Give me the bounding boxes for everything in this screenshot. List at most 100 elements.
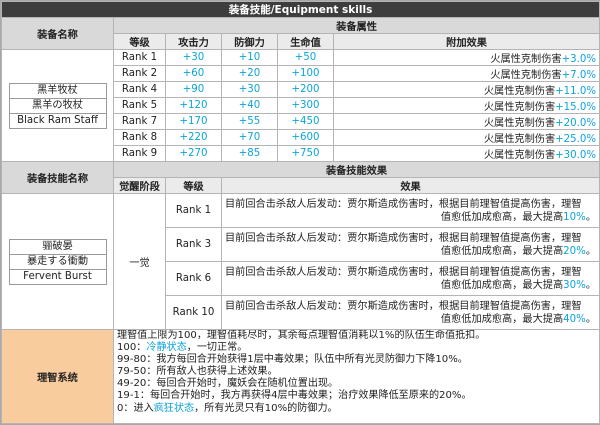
- skill-effect-cell: 目前回合击杀敌人后发动：贾尔斯造成伤害时，根据目前理智值提高伤害，理智 值愈低加成…: [220, 261, 600, 296]
- skill-name-cell: 骊破晏 暴走する衝動 Fervent Burst: [1, 193, 114, 330]
- hp-cell: +50: [277, 49, 334, 66]
- def-cell: +30: [221, 81, 278, 98]
- hp-cell: +600: [277, 129, 334, 146]
- def-cell: +10: [221, 49, 278, 66]
- sanity-text: 100：: [117, 342, 147, 354]
- sanity-text: 79-50：所有敌人也获得上述效果。: [117, 366, 278, 378]
- sanity-line: 99-80：我方每回合开始获得1层中毒效果；队伍中所有光灵防御力下降10%。: [117, 354, 596, 366]
- skill-rank-cell: Rank 10: [165, 295, 222, 330]
- effect-text: 火属性克制伤害: [490, 70, 562, 81]
- rank-cell: Rank 1: [113, 49, 166, 66]
- effect-cell: 火属性克制伤害+11.0%: [332, 81, 600, 98]
- skill-effect-end: 。: [585, 279, 597, 291]
- atk-cell: +220: [165, 129, 222, 146]
- col-stage: 觉醒阶段: [113, 177, 166, 194]
- col-skill-effect: 效果: [220, 177, 600, 194]
- hp-cell: +450: [277, 113, 334, 130]
- effect-value: +25.0%: [555, 134, 597, 145]
- equipment-skills-panel: 装备技能/Equipment skills 装备名称 装备属性 等级 攻击力 防…: [0, 0, 600, 425]
- effect-value: +20.0%: [555, 118, 597, 129]
- effect-value: +15.0%: [555, 102, 597, 113]
- effect-cell: 火属性克制伤害+25.0%: [332, 129, 600, 146]
- sanity-highlight: 冷静状态: [146, 342, 187, 354]
- rank-cell: Rank 7: [113, 113, 166, 130]
- skill-table: 装备技能名称 装备技能效果 觉醒阶段 等级 效果 骊破晏 暴走する衝動 Ferv…: [1, 161, 600, 330]
- skill-effect-cell: 目前回合击杀敌人后发动：贾尔斯造成伤害时，根据目前理智值提高伤害，理智 值愈低加成…: [220, 295, 600, 330]
- effect-value: +3.0%: [561, 54, 597, 65]
- skill-name-en: Fervent Burst: [8, 268, 107, 285]
- atk-cell: +120: [165, 97, 222, 114]
- equipment-table: 装备技能/Equipment skills 装备名称 装备属性 等级 攻击力 防…: [0, 1, 600, 162]
- def-cell: +70: [221, 129, 278, 146]
- atk-cell: +170: [165, 113, 222, 130]
- page-title: 装备技能/Equipment skills: [0, 1, 600, 18]
- skill-effect-line1: 目前回合击杀敌人后发动：贾尔斯造成伤害时，根据目前理智值提高伤害，理智: [225, 266, 582, 278]
- skill-effect-end: 。: [585, 211, 597, 223]
- sanity-text: ，所有光灵只有10%的防御力。: [194, 402, 338, 414]
- effect-text: 火属性克制伤害: [490, 54, 562, 65]
- skill-effect-value: 20%: [563, 245, 586, 257]
- skill-name-jp: 暴走する衝動: [8, 253, 107, 270]
- effect-text: 火属性克制伤害: [483, 118, 556, 129]
- sanity-line: 49-20：每回合开始时，魔妖会在随机位置出现。: [117, 378, 596, 390]
- hp-cell: +300: [277, 97, 334, 114]
- skill-rank-cell: Rank 3: [165, 227, 222, 262]
- hp-cell: +100: [277, 65, 334, 82]
- sanity-line: 79-50：所有敌人也获得上述效果。: [117, 366, 596, 378]
- equip-attr-header: 装备属性: [112, 17, 600, 34]
- equip-name-cn: 黑羊牧杖: [8, 82, 107, 99]
- def-cell: +20: [221, 65, 278, 82]
- effect-text: 火属性克制伤害: [483, 86, 556, 97]
- equip-name-jp: 黒羊の牧杖: [8, 97, 107, 114]
- skill-effect-line2: 值愈低加成愈高，最大提高: [440, 279, 564, 291]
- effect-cell: 火属性克制伤害+3.0%: [332, 49, 600, 66]
- skill-name-header: 装备技能名称: [1, 161, 114, 194]
- col-skill-rank: 等级: [165, 177, 222, 194]
- equip-row: 黑羊牧杖 黒羊の牧杖 Black Ram Staff Rank 1 +30 +1…: [1, 49, 600, 162]
- awaken-stage: 一觉: [113, 193, 166, 330]
- effect-cell: 火属性克制伤害+7.0%: [332, 65, 600, 82]
- sanity-text: 99-80：我方每回合开始获得1层中毒效果；队伍中所有光灵防御力下降10%。: [117, 354, 468, 366]
- sanity-line: 19-1：每回合开始时，我方再获得4层中毒效果；治疗效果降低至原来的20%。: [117, 390, 596, 402]
- effect-cell: 火属性克制伤害+15.0%: [332, 97, 600, 114]
- atk-cell: +60: [165, 65, 222, 82]
- rank-cell: Rank 2: [113, 65, 166, 82]
- skill-effect-value: 10%: [563, 211, 586, 223]
- sanity-line: 理智值上限为100，理智值耗尽时，其余每点理智值消耗以1%的队伍生命值抵扣。: [117, 330, 596, 343]
- sanity-table: 理智系统 理智值上限为100，理智值耗尽时，其余每点理智值消耗以1%的队伍生命值…: [1, 329, 600, 424]
- col-atk: 攻击力: [165, 33, 222, 50]
- skill-effect-line2: 值愈低加成愈高，最大提高: [440, 245, 564, 257]
- skill-rank-cell: Rank 6: [165, 261, 222, 296]
- rank-cell: Rank 9: [113, 145, 166, 162]
- effect-text: 火属性克制伤害: [483, 150, 556, 161]
- skill-row: 骊破晏 暴走する衝動 Fervent Burst 一觉 Rank 1 目前回合击…: [1, 193, 600, 330]
- effect-text: 火属性克制伤害: [483, 102, 556, 113]
- effect-value: +11.0%: [555, 86, 597, 97]
- sanity-text: 理智值上限为100，理智值耗尽时，其余每点理智值消耗以1%的队伍生命值抵扣。: [117, 330, 486, 342]
- skill-effect-line2: 值愈低加成愈高，最大提高: [440, 313, 564, 325]
- sanity-line: 100：冷静状态，一切正常。: [117, 342, 596, 354]
- def-cell: +55: [221, 113, 278, 130]
- rank-cell: Rank 5: [113, 97, 166, 114]
- sanity-text: 0：进入: [117, 402, 154, 414]
- sanity-body: 理智值上限为100，理智值耗尽时，其余每点理智值消耗以1%的队伍生命值抵扣。 1…: [113, 329, 600, 424]
- atk-cell: +90: [165, 81, 222, 98]
- rank-cell: Rank 4: [113, 81, 166, 98]
- skill-effect-line1: 目前回合击杀敌人后发动：贾尔斯造成伤害时，根据目前理智值提高伤害，理智: [225, 300, 582, 312]
- sanity-label: 理智系统: [1, 329, 114, 424]
- equip-name-box: 黑羊牧杖 黒羊の牧杖 Black Ram Staff: [5, 82, 110, 129]
- skill-effect-cell: 目前回合击杀敌人后发动：贾尔斯造成伤害时，根据目前理智值提高伤害，理智 值愈低加成…: [220, 193, 600, 228]
- def-cell: +85: [221, 145, 278, 162]
- equip-name-en: Black Ram Staff: [8, 112, 107, 129]
- atk-cell: +270: [165, 145, 222, 162]
- atk-cell: +30: [165, 49, 222, 66]
- effect-value: +7.0%: [561, 70, 597, 81]
- skill-effect-end: 。: [585, 245, 597, 257]
- effect-text: 火属性克制伤害: [483, 134, 556, 145]
- skill-rank-cell: Rank 1: [165, 193, 222, 228]
- skill-effect-header: 装备技能效果: [112, 161, 600, 178]
- sanity-text: 49-20：每回合开始时，魔妖会在随机位置出现。: [117, 378, 339, 390]
- hp-cell: +750: [277, 145, 334, 162]
- skill-effect-value: 40%: [563, 313, 586, 325]
- effect-value: +30.0%: [555, 150, 597, 161]
